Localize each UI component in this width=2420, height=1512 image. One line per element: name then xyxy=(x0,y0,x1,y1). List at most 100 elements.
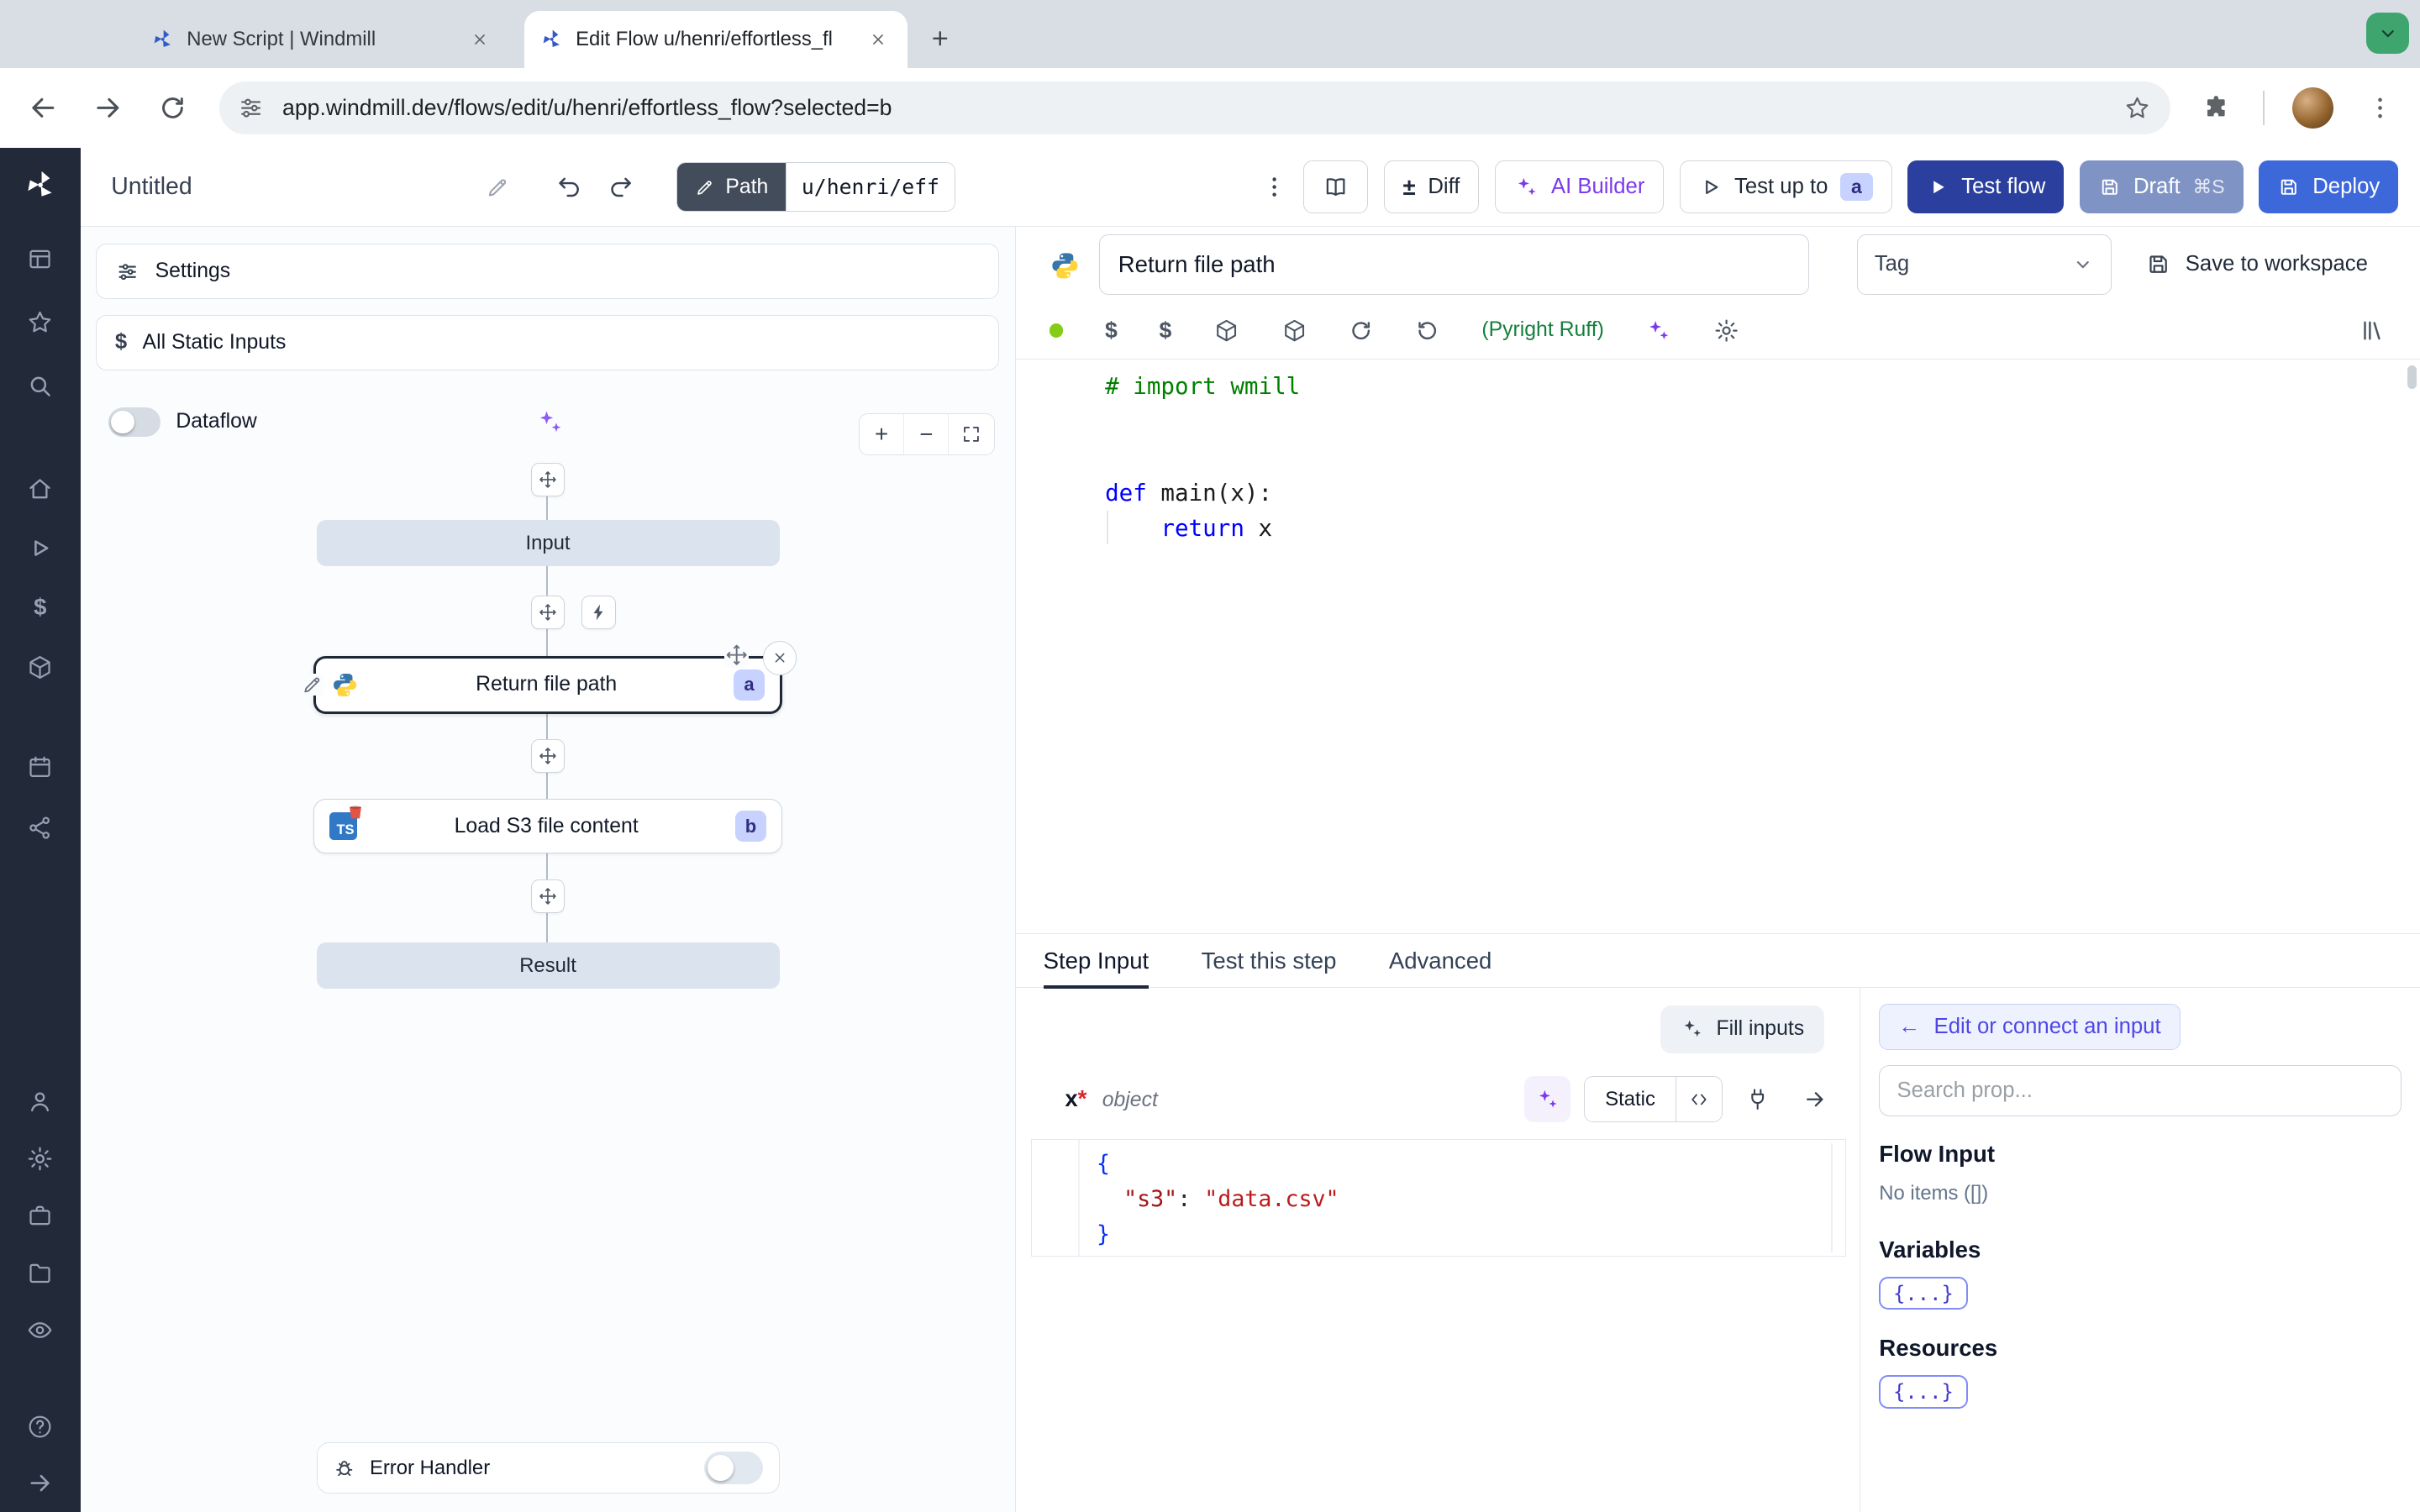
editor-scrollbar[interactable] xyxy=(2407,365,2417,389)
browser-menu-button[interactable] xyxy=(2361,90,2398,127)
step-node-b[interactable]: TS Load S3 file content b xyxy=(313,799,783,853)
user-icon xyxy=(26,1088,54,1116)
tab-close-button[interactable] xyxy=(865,25,892,53)
zoom-out-button[interactable]: − xyxy=(904,414,950,454)
drag-handle[interactable] xyxy=(724,643,750,668)
search-prop-input[interactable] xyxy=(1879,1065,2402,1116)
deploy-button[interactable]: Deploy xyxy=(2258,160,2399,213)
back-button[interactable] xyxy=(24,90,61,127)
flow-settings-row[interactable]: Settings xyxy=(95,244,1000,300)
sidebar-item-resources[interactable] xyxy=(26,654,54,681)
tab-search-button[interactable] xyxy=(2365,12,2410,55)
bookmark-star-icon[interactable] xyxy=(2123,94,2151,122)
sidebar-collapse-button[interactable] xyxy=(27,1470,53,1496)
ai-sparkles-icon[interactable] xyxy=(535,407,565,437)
json-line: } xyxy=(1097,1221,1111,1248)
json-value-editor[interactable]: { "s3": "data.csv" } xyxy=(1030,1139,1846,1257)
redo-button[interactable] xyxy=(608,174,634,200)
step-name-input[interactable] xyxy=(1098,234,1809,295)
test-flow-button[interactable]: Test flow xyxy=(1907,160,2065,213)
save-to-workspace-button[interactable]: Save to workspace xyxy=(2145,234,2368,295)
tab-step-input[interactable]: Step Input xyxy=(1043,934,1150,990)
step-node-a[interactable]: Return file path a xyxy=(302,641,797,715)
tab-close-button[interactable] xyxy=(466,25,494,53)
tag-select[interactable]: Tag xyxy=(1856,234,2112,295)
undo-button[interactable] xyxy=(556,174,582,200)
static-mode-button[interactable]: Static xyxy=(1585,1077,1676,1122)
result-node[interactable]: Result xyxy=(316,942,780,990)
indent-guide xyxy=(1106,510,1108,545)
tab-advanced[interactable]: Advanced xyxy=(1389,934,1492,987)
forward-button[interactable] xyxy=(90,90,127,127)
sidebar-item-folders[interactable] xyxy=(26,1259,54,1287)
test-up-to-button[interactable]: Test up to a xyxy=(1679,160,1892,213)
insert-step-button-3[interactable] xyxy=(530,879,566,914)
gear-icon xyxy=(1713,318,1739,344)
add-variable-button[interactable]: $ xyxy=(1105,318,1118,344)
zoom-in-button[interactable]: + xyxy=(860,414,905,454)
sidebar-item-variables[interactable]: $ xyxy=(34,594,46,621)
connect-input-button[interactable] xyxy=(1736,1078,1779,1121)
add-resource-button[interactable]: $ xyxy=(1159,318,1171,344)
insert-step-button-2[interactable] xyxy=(530,738,566,774)
url-bar[interactable]: app.windmill.dev/flows/edit/u/henri/effo… xyxy=(218,81,2170,134)
site-settings-icon[interactable] xyxy=(238,95,264,121)
insert-step-button-top[interactable] xyxy=(530,463,566,497)
path-control[interactable]: Path u/henri/eff xyxy=(676,162,956,213)
static-inputs-row[interactable]: $ All Static Inputs xyxy=(95,314,1000,370)
edit-step-button[interactable] xyxy=(302,673,324,696)
ai-fill-button[interactable] xyxy=(1523,1076,1570,1123)
sidebar-item-settings[interactable] xyxy=(26,1145,54,1173)
bolt-icon xyxy=(589,602,609,622)
draft-button[interactable]: Draft ⌘S xyxy=(2079,160,2244,213)
error-handler-toggle[interactable] xyxy=(704,1452,764,1484)
add-trigger-button[interactable] xyxy=(581,595,616,630)
input-node[interactable]: Input xyxy=(316,519,780,567)
sidebar-item-workers[interactable] xyxy=(26,814,54,842)
dataflow-toggle[interactable] xyxy=(108,407,160,437)
extensions-button[interactable] xyxy=(2198,90,2235,127)
fill-inputs-button[interactable]: Fill inputs xyxy=(1660,1005,1825,1053)
reload-editor-button[interactable] xyxy=(1349,318,1373,343)
resources-picker-button[interactable]: {...} xyxy=(1879,1375,1968,1409)
sidebar-item-schedules[interactable] xyxy=(26,753,54,781)
delete-step-button[interactable] xyxy=(763,641,797,675)
fit-view-button[interactable] xyxy=(949,414,993,454)
code-editor[interactable]: # import wmill def main(x): return x xyxy=(1016,360,2420,933)
reset-button[interactable] xyxy=(1415,318,1439,343)
sidebar-item-runs[interactable] xyxy=(26,245,54,273)
test-flow-label: Test flow xyxy=(1961,175,2046,199)
expression-mode-button[interactable] xyxy=(1675,1077,1722,1122)
ai-builder-button[interactable]: AI Builder xyxy=(1494,160,1665,213)
more-menu-button[interactable] xyxy=(1261,174,1287,200)
dependencies-button[interactable] xyxy=(1281,318,1307,344)
editor-settings-button[interactable] xyxy=(1713,318,1739,344)
reload-button[interactable] xyxy=(155,90,192,127)
variables-picker-button[interactable]: {...} xyxy=(1879,1277,1968,1310)
error-handler-row[interactable]: Error Handler xyxy=(316,1442,780,1494)
sidebar-item-favorites[interactable] xyxy=(26,308,54,336)
ai-gen-button[interactable] xyxy=(1645,318,1671,344)
new-tab-button[interactable] xyxy=(917,15,963,61)
next-arg-button[interactable] xyxy=(1793,1078,1836,1121)
sidebar-item-help[interactable] xyxy=(26,1413,54,1441)
sidebar-item-audit[interactable] xyxy=(26,1316,54,1344)
edit-connect-button[interactable]: ← Edit or connect an input xyxy=(1879,1003,2181,1050)
explore-hub-button[interactable] xyxy=(1213,318,1239,344)
browser-tab-2[interactable]: Edit Flow u/henri/effortless_fl xyxy=(524,10,908,68)
profile-avatar[interactable] xyxy=(2291,87,2334,129)
insert-step-button-1[interactable] xyxy=(530,595,566,630)
edit-connect-label: Edit or connect an input xyxy=(1933,1014,2161,1038)
browser-tab-1[interactable]: New Script | Windmill xyxy=(136,11,509,68)
sidebar-item-workspace[interactable] xyxy=(26,1202,54,1230)
edit-title-button[interactable] xyxy=(486,175,510,199)
diff-button[interactable]: ± Diff xyxy=(1383,160,1480,213)
library-button[interactable] xyxy=(2360,318,2386,344)
sidebar-item-home[interactable] xyxy=(26,475,54,503)
tab-test-this-step[interactable]: Test this step xyxy=(1202,934,1337,987)
sidebar-item-runs-play[interactable] xyxy=(27,535,53,561)
docs-button[interactable] xyxy=(1303,160,1369,213)
sidebar-item-search[interactable] xyxy=(26,372,54,400)
sidebar-item-user[interactable] xyxy=(26,1088,54,1116)
path-button[interactable]: Path xyxy=(677,163,786,212)
